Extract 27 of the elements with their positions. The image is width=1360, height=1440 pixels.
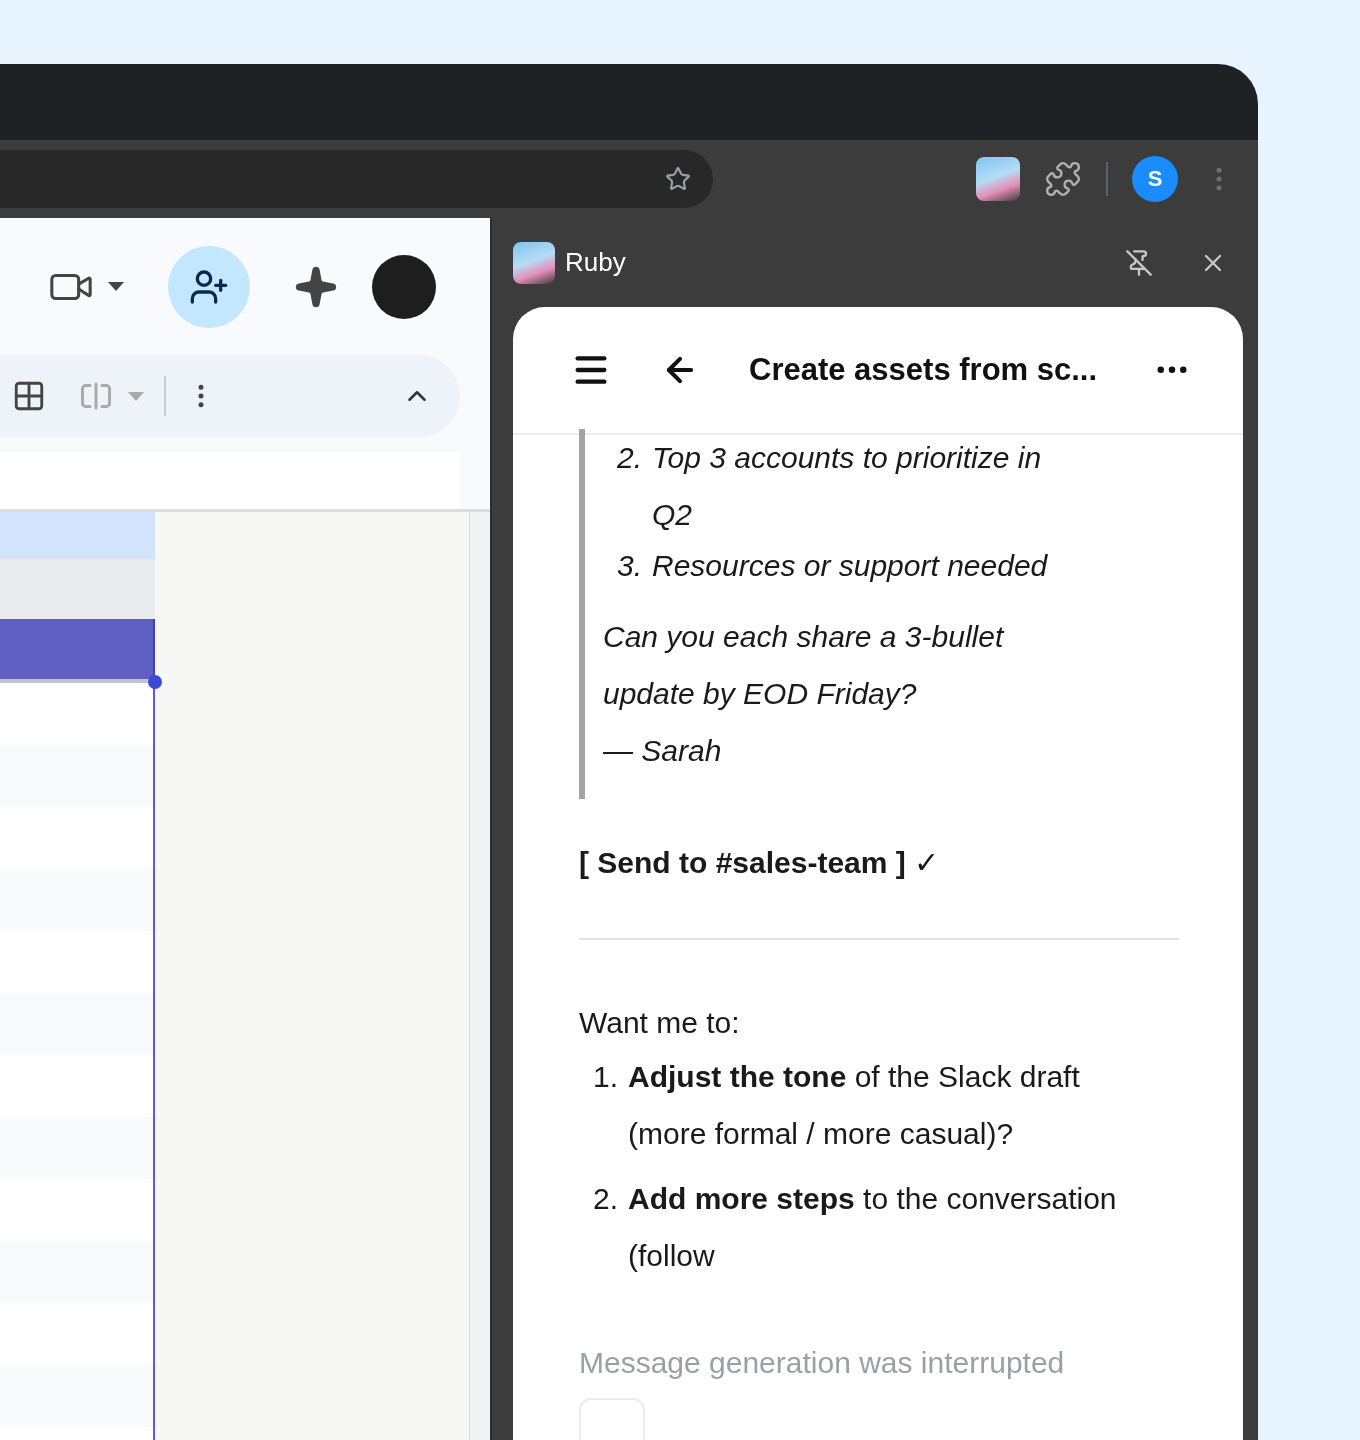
- option-text: Add more steps to the conversation (follow: [628, 1181, 1118, 1274]
- more-icon: [1157, 366, 1187, 374]
- puzzle-icon[interactable]: [1044, 160, 1082, 198]
- list-number: 2.: [593, 1181, 620, 1217]
- list-number: 2.: [617, 440, 644, 476]
- grid-icon[interactable]: [12, 379, 46, 413]
- more-button[interactable]: [1157, 366, 1187, 374]
- quote-line: update by EOD Friday?: [603, 676, 918, 712]
- intro-text: Want me to:: [579, 1006, 741, 1040]
- action-text: [ Send to #sales-team ] ✓: [579, 845, 941, 880]
- profile-avatar[interactable]: S: [1132, 156, 1178, 202]
- list-number: 3.: [617, 548, 644, 584]
- chat-title: Create assets from sc...: [749, 352, 1099, 388]
- star-icon[interactable]: [665, 166, 691, 192]
- option-text: Adjust the tone of the Slack draft (more formal / more casual)?: [628, 1059, 1081, 1152]
- quote-line: — Sarah: [603, 733, 723, 769]
- list-number: 1.: [593, 1059, 620, 1095]
- unpin-button[interactable]: [1125, 248, 1153, 277]
- list-item-text: Resources or support needed: [652, 548, 1049, 584]
- extension-picture-icon[interactable]: [976, 157, 1020, 201]
- list-item-text: Top 3 accounts to prioritize in Q2: [652, 440, 1043, 533]
- quote-line: Can you each share a 3-bullet: [603, 619, 1006, 655]
- sparkle-icon[interactable]: [294, 264, 338, 309]
- status-text: Message generation was interrupted: [579, 1346, 1066, 1380]
- panel-title: Ruby: [565, 247, 626, 278]
- caret-icon[interactable]: [108, 282, 124, 291]
- assistant-picture-icon: [513, 241, 555, 284]
